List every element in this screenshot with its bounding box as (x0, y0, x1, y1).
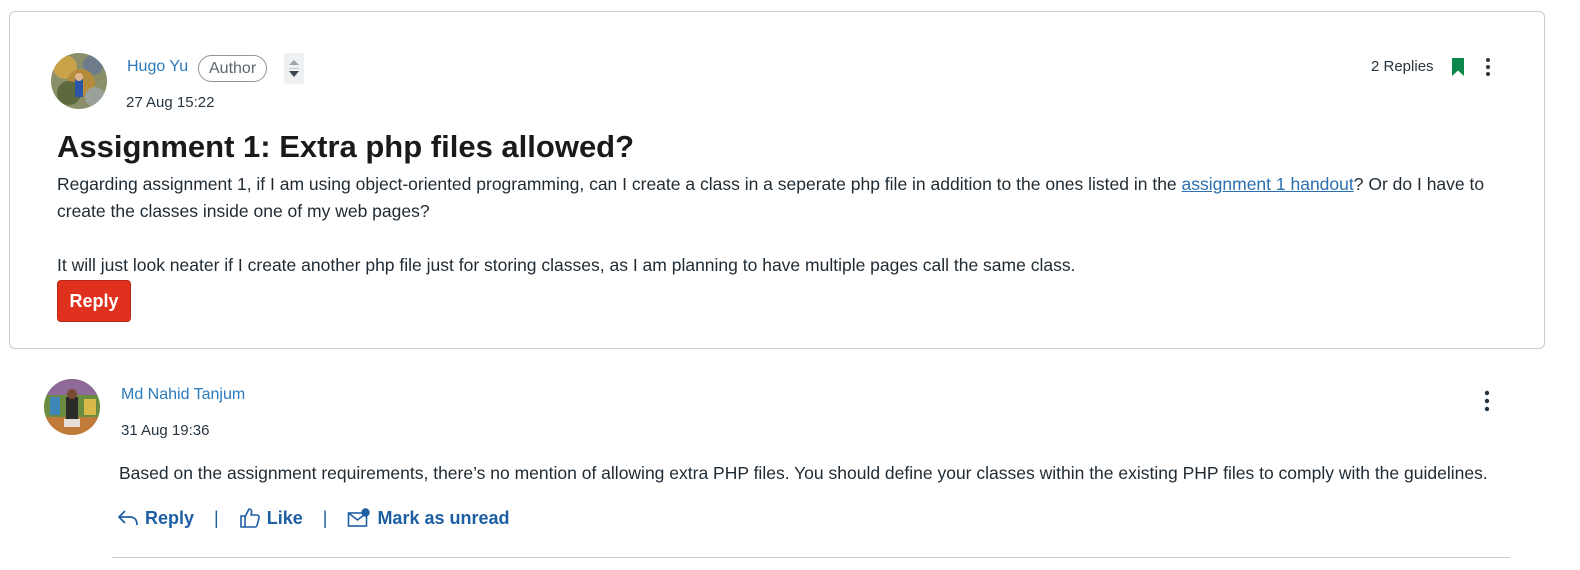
reply-author-name-link[interactable]: Md Nahid Tanjum (121, 386, 245, 404)
replies-count: 2 Replies (1371, 58, 1434, 75)
post-title: Assignment 1: Extra php files allowed? (57, 129, 635, 164)
post-body: Regarding assignment 1, if I am using ob… (57, 171, 1507, 279)
post-menu-icon[interactable] (1484, 57, 1492, 82)
post-paragraph-1: Regarding assignment 1, if I am using ob… (57, 174, 1485, 221)
sort-toggle[interactable] (284, 53, 304, 84)
reply-actions: Reply | Like | Mark as unread (117, 503, 510, 533)
reply-entry: Md Nahid Tanjum 31 Aug 19:36 Based on th… (0, 360, 1580, 570)
action-separator: | (322, 507, 328, 528)
sort-arrows-icon (289, 60, 299, 77)
author-badge: Author (198, 55, 268, 82)
reply-menu-icon[interactable] (1483, 390, 1491, 417)
reply-divider (112, 557, 1510, 558)
reply-timestamp: 31 Aug 19:36 (121, 422, 210, 439)
mark-unread-button[interactable]: Mark as unread (347, 507, 510, 529)
post-paragraph-2: It will just look neater if I create ano… (57, 255, 1076, 275)
reply-author-avatar[interactable] (44, 379, 100, 435)
like-button[interactable]: Like (239, 507, 303, 529)
reply-arrow-icon (118, 510, 138, 526)
action-separator: | (214, 507, 219, 528)
bookmark-icon[interactable] (1451, 58, 1465, 81)
topic-post-card: Hugo Yu Author 27 Aug 15:22 2 Replies As… (9, 11, 1545, 349)
thumbs-up-icon (239, 508, 260, 528)
author-avatar[interactable] (51, 53, 107, 109)
post-timestamp: 27 Aug 15:22 (126, 94, 215, 111)
assignment-handout-link[interactable]: assignment 1 handout (1182, 174, 1354, 194)
author-name-link[interactable]: Hugo Yu (127, 58, 188, 76)
reply-button[interactable]: Reply (57, 280, 131, 322)
reply-message: Based on the assignment requirements, th… (119, 463, 1488, 483)
mail-unread-icon (348, 508, 371, 527)
reply-action-button[interactable]: Reply (117, 508, 194, 529)
